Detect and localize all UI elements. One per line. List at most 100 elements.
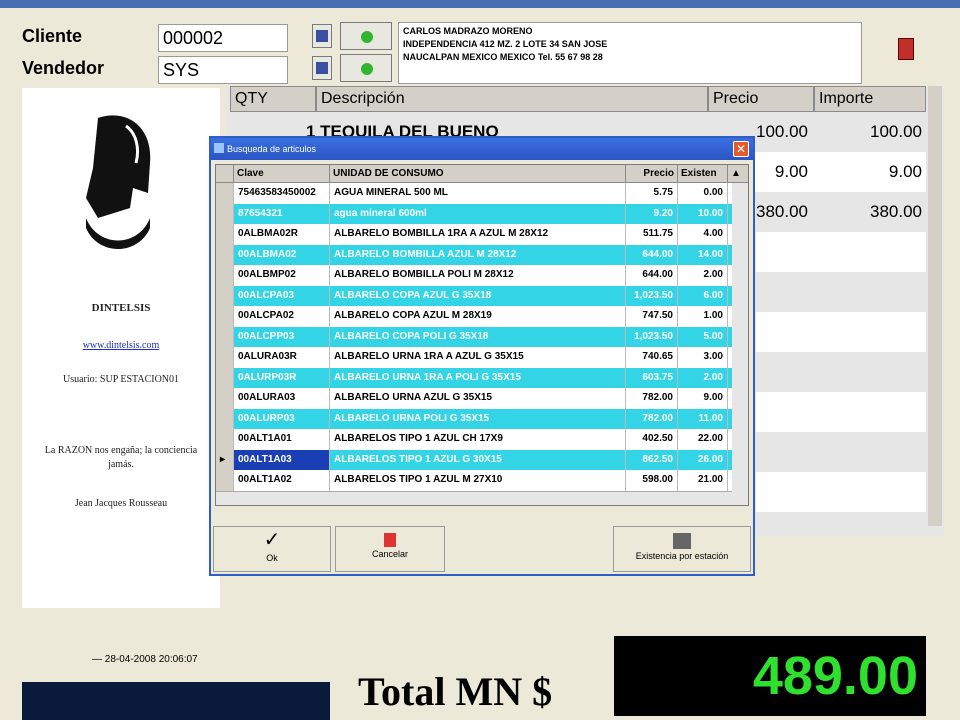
cancel-button[interactable]: Cancelar <box>335 526 445 572</box>
row-selector[interactable] <box>216 265 234 286</box>
cell-clave: 0ALURP03R <box>234 367 330 388</box>
address-line: INDEPENDENCIA 412 MZ. 2 LOTE 34 SAN JOSE <box>403 39 608 49</box>
cliente-lookup-button[interactable] <box>312 24 332 48</box>
search-dialog: Busqueda de articulos ✕ Clave UNIDAD DE … <box>209 136 755 576</box>
column-header-precio[interactable]: Precio <box>708 86 814 112</box>
cell-clave: 00ALURA03 <box>234 388 330 409</box>
cell-clave: 00ALBMP02 <box>234 265 330 286</box>
table-row[interactable]: 00ALURP03 ALBARELO URNA POLI G 35X15 782.0… <box>216 408 746 429</box>
total-display: 489.00 <box>614 636 926 716</box>
check-icon: ✓ <box>263 529 281 551</box>
exit-icon[interactable] <box>898 38 914 60</box>
table-row[interactable]: 0ALURP03R ALBARELO URNA 1RA A POLI G 35X1… <box>216 367 746 388</box>
table-row[interactable]: 0ALURA03R ALBARELO URNA 1RA A AZUL G 35X1… <box>216 347 746 368</box>
window-top-bar <box>0 0 960 8</box>
grid-empty-row <box>756 472 926 512</box>
column-header-qty[interactable]: QTY <box>230 86 316 112</box>
row-selector[interactable]: ▸ <box>216 449 234 470</box>
vendedor-lookup-button[interactable] <box>312 56 332 80</box>
row-selector[interactable] <box>216 388 234 409</box>
row-selector-header <box>216 165 234 183</box>
station-icon <box>673 533 691 549</box>
row-selector[interactable] <box>216 203 234 224</box>
dialog-title: Busqueda de articulos <box>211 138 753 160</box>
table-row[interactable]: 75463583450002 AGUA MINERAL 500 ML 5.75 0.0… <box>216 183 746 204</box>
table-row[interactable]: 00ALURA03 ALBARELO URNA AZUL G 35X15 782.0… <box>216 388 746 409</box>
table-row[interactable]: 0ALBMA02R ALBARELO BOMBILLA 1RA A AZUL M … <box>216 224 746 245</box>
quote-author: Jean Jacques Rousseau <box>74 498 168 509</box>
table-row[interactable]: 00ALCPA02 ALBARELO COPA AZUL M 28X19 747.5… <box>216 306 746 327</box>
column-header-descripcion[interactable]: Descripción <box>316 86 708 112</box>
stock-by-station-button[interactable]: Existencia por estación <box>613 526 751 572</box>
column-header-importe[interactable]: Importe <box>814 86 926 112</box>
row-selector[interactable] <box>216 367 234 388</box>
row-selector[interactable] <box>216 408 234 429</box>
table-row[interactable]: 00ALBMP02 ALBARELO BOMBILLA POLI M 28X12 6… <box>216 265 746 286</box>
cell-clave: 0ALURA03R <box>234 347 330 368</box>
row-selector[interactable] <box>216 244 234 265</box>
cell-desc: ALBARELO URNA 1RA A AZUL G 35X15 <box>330 347 626 368</box>
row-selector[interactable] <box>216 285 234 306</box>
row-selector[interactable] <box>216 429 234 450</box>
cell-desc: ALBARELO URNA POLI G 35X15 <box>330 408 626 429</box>
row-selector[interactable] <box>216 347 234 368</box>
table-scrollbar[interactable] <box>732 183 748 505</box>
table-row[interactable]: ▸ 00ALT1A03 ALBARELOS TIPO 1 AZUL G 30X15 8… <box>216 449 746 470</box>
close-icon[interactable]: ✕ <box>733 141 749 157</box>
cliente-label: Cliente <box>22 26 83 46</box>
column-header-precio[interactable]: Precio <box>626 165 678 183</box>
vendedor-new-button[interactable] <box>340 54 392 82</box>
cell-exist: 10.00 <box>678 203 728 224</box>
row-selector[interactable] <box>216 306 234 327</box>
grid-scrollbar[interactable] <box>928 86 942 526</box>
cell-precio: 1,023.50 <box>626 285 678 306</box>
cell-exist: 6.00 <box>678 285 728 306</box>
cell-precio: 782.00 <box>626 408 678 429</box>
cell-desc: ALBARELO BOMBILLA AZUL M 28X12 <box>330 244 626 265</box>
cell-clave: 00ALBMA02 <box>234 244 330 265</box>
table-row[interactable]: 00ALT1A01 ALBARELOS TIPO 1 AZUL CH 17X9 40… <box>216 429 746 450</box>
cell-precio: 603.75 <box>626 367 678 388</box>
grid-row-importe: 9.00 <box>814 152 926 192</box>
cell-exist: 4.00 <box>678 224 728 245</box>
cell-clave: 0ALBMA02R <box>234 224 330 245</box>
column-header-clave[interactable]: Clave <box>234 165 330 183</box>
table-row[interactable]: 00ALBMA02 ALBARELO BOMBILLA AZUL M 28X12 6… <box>216 244 746 265</box>
table-row[interactable]: 00ALCPP03 ALBARELO COPA POLI G 35X18 1,023… <box>216 326 746 347</box>
cell-desc: ALBARELO COPA AZUL M 28X19 <box>330 306 626 327</box>
table-row[interactable]: 00ALCPA03 ALBARELO COPA AZUL G 35X18 1,023… <box>216 285 746 306</box>
horizontal-scrollbar[interactable] <box>216 491 732 505</box>
website-link[interactable]: www.dintelsis.com <box>22 340 220 351</box>
cell-desc: ALBARELOS TIPO 1 AZUL G 30X15 <box>330 449 626 470</box>
cell-precio: 782.00 <box>626 388 678 409</box>
column-header-unidad[interactable]: UNIDAD DE CONSUMO <box>330 165 626 183</box>
column-header-existencia[interactable]: Existen <box>678 165 728 183</box>
ok-label: Ok <box>266 553 278 563</box>
cell-precio: 402.50 <box>626 429 678 450</box>
articles-table[interactable]: Clave UNIDAD DE CONSUMO Precio Existen ▲… <box>215 164 749 506</box>
cell-clave: 75463583450002 <box>234 183 330 204</box>
stock-label: Existencia por estación <box>635 551 729 561</box>
cliente-new-button[interactable] <box>340 22 392 50</box>
vendedor-input[interactable]: SYS <box>158 56 288 84</box>
address-line: CARLOS MADRAZO MORENO <box>403 26 533 36</box>
user-label: Usuario: SUP ESTACION01 <box>62 374 180 385</box>
cell-exist: 2.00 <box>678 367 728 388</box>
cliente-input[interactable]: 000002 <box>158 24 288 52</box>
scroll-up-icon[interactable]: ▲ <box>728 165 748 183</box>
row-selector[interactable] <box>216 326 234 347</box>
ok-button[interactable]: ✓ Ok <box>213 526 331 572</box>
grid-row-importe: 100.00 <box>870 122 922 141</box>
cell-clave: 00ALCPP03 <box>234 326 330 347</box>
cell-exist: 1.00 <box>678 306 728 327</box>
cell-desc: ALBARELOS TIPO 1 AZUL CH 17X9 <box>330 429 626 450</box>
row-selector[interactable] <box>216 183 234 204</box>
cell-clave: 00ALCPA03 <box>234 285 330 306</box>
table-row[interactable]: 87654321 agua mineral 600ml 9.20 10.00 <box>216 203 746 224</box>
row-selector[interactable] <box>216 470 234 491</box>
total-label: Total MN $ <box>358 669 553 714</box>
row-selector[interactable] <box>216 224 234 245</box>
cell-precio: 862.50 <box>626 449 678 470</box>
table-row[interactable]: 00ALT1A02 ALBARELOS TIPO 1 AZUL M 27X10 59… <box>216 470 746 491</box>
cell-clave: 00ALT1A01 <box>234 429 330 450</box>
